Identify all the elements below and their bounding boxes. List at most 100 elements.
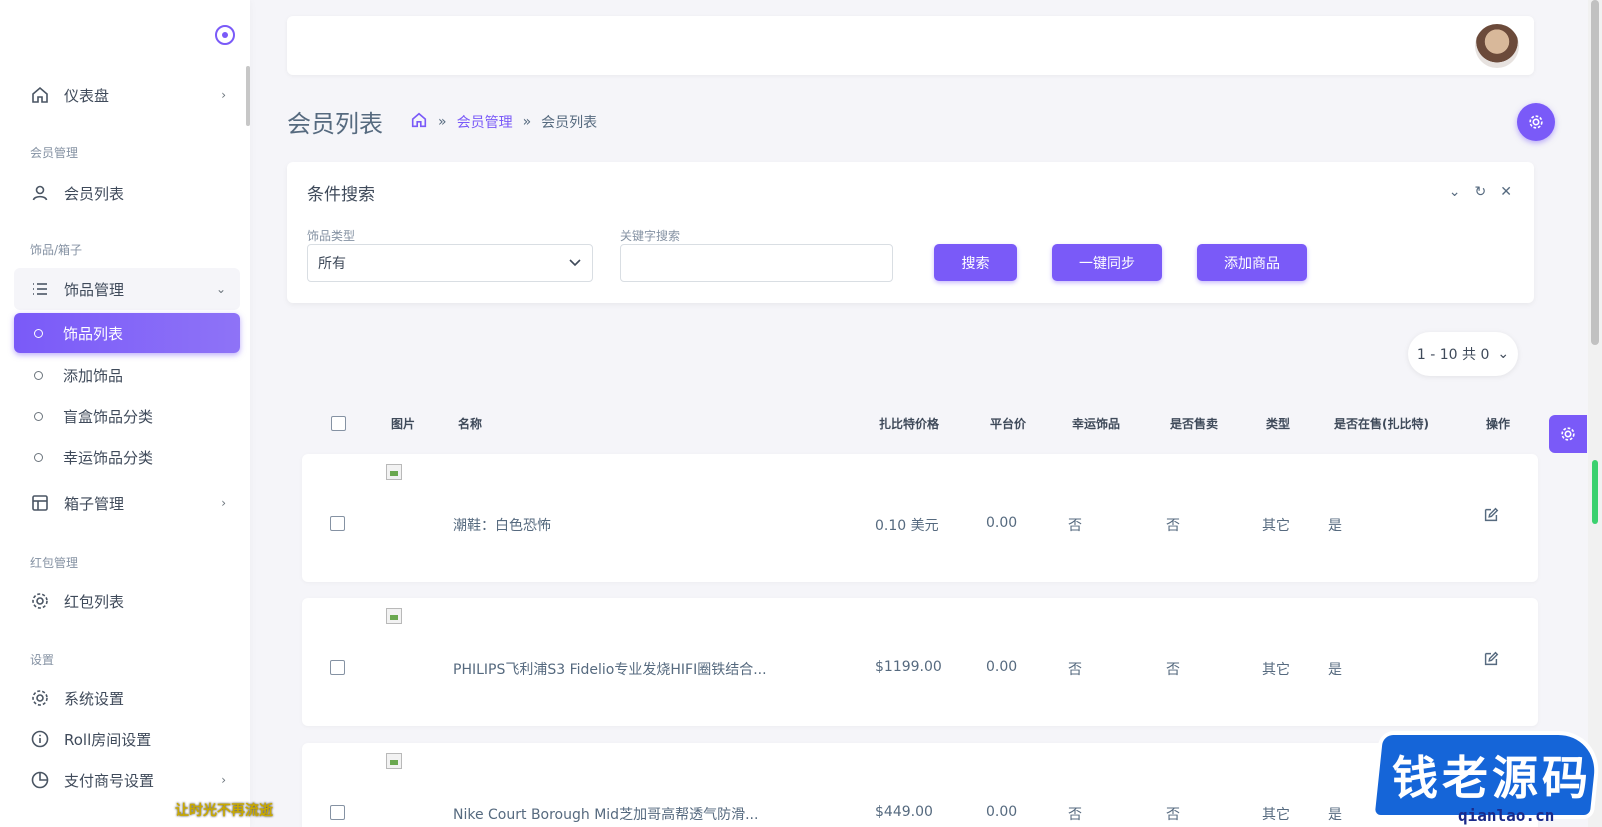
breadcrumb-separator: »	[522, 114, 532, 130]
menu-header-member: 会员管理	[30, 146, 79, 160]
cell-zbt-price: $1199.00	[875, 659, 942, 675]
cell-zbt-price: $449.00	[875, 804, 933, 820]
menu-header-settings: 设置	[30, 653, 55, 667]
settings-fab[interactable]	[1517, 103, 1555, 141]
cell-type: 其它	[1262, 662, 1290, 678]
keyword-label: 关键字搜索	[620, 229, 681, 243]
sidebar: 仪表盘 › 会员管理 会员列表 饰品/箱子 饰品管理 ⌄ 饰品列表 添加饰品 盲…	[0, 0, 250, 827]
page-scrollbar-thumb[interactable]	[1591, 0, 1599, 345]
floating-indicator	[1592, 460, 1598, 524]
info-icon	[30, 729, 50, 749]
cell-for-sale: 否	[1166, 518, 1180, 534]
sidebar-item-box-manage[interactable]: 箱子管理 ›	[14, 482, 240, 524]
collapse-icon[interactable]: ⌄	[1449, 184, 1461, 200]
chevron-down-icon: ⌄	[1497, 346, 1510, 362]
cell-lucky: 否	[1068, 807, 1082, 823]
sidebar-item-label: 饰品列表	[63, 324, 124, 343]
select-all-checkbox[interactable]	[331, 416, 346, 431]
sidebar-item-blindbox-category[interactable]: 盲盒饰品分类	[14, 396, 240, 436]
row-checkbox[interactable]	[330, 660, 345, 675]
sidebar-item-label: 添加饰品	[63, 366, 124, 385]
list-icon	[30, 279, 50, 299]
sidebar-item-label: Roll房间设置	[64, 730, 152, 749]
breadcrumb-parent[interactable]: 会员管理	[457, 112, 513, 132]
chevron-right-icon: ›	[221, 88, 226, 102]
th-image: 图片	[391, 417, 416, 431]
pagination-dropdown[interactable]: 1 - 10 共 0 ⌄	[1408, 332, 1518, 376]
sidebar-item-label: 饰品管理	[64, 280, 125, 299]
th-type: 类型	[1266, 417, 1291, 431]
circle-icon	[34, 328, 43, 338]
breadcrumb: » 会员管理 » 会员列表	[410, 111, 597, 133]
table-row[interactable]: Nike Court Borough Mid芝加哥高帮透气防滑... $449.…	[302, 743, 1538, 827]
sidebar-item-add-item[interactable]: 添加饰品	[14, 355, 240, 395]
customizer-toggle[interactable]	[1549, 415, 1587, 453]
table-row[interactable]: PHILIPS飞利浦S3 Fidelio专业发烧HIFI圈铁结合... $119…	[302, 598, 1538, 726]
home-icon[interactable]	[410, 111, 428, 133]
cell-on-sale-zbt: 是	[1328, 518, 1342, 534]
page-title: 会员列表	[287, 110, 383, 138]
sidebar-item-dashboard[interactable]: 仪表盘 ›	[14, 74, 240, 116]
menu-header-items: 饰品/箱子	[30, 243, 83, 257]
sidebar-item-label: 支付商号设置	[64, 771, 155, 790]
avatar[interactable]	[1475, 24, 1519, 68]
th-platform-price: 平台价	[990, 417, 1027, 431]
refresh-icon[interactable]: ↻	[1475, 184, 1487, 200]
sidebar-toggle-icon[interactable]	[215, 25, 235, 45]
chevron-right-icon: ›	[221, 496, 226, 510]
table-row[interactable]: 潮鞋：白色恐怖 0.10 美元 0.00 否 否 其它 是	[302, 454, 1538, 582]
cell-platform-price: 0.00	[986, 804, 1018, 820]
gear-icon	[1561, 427, 1575, 441]
edit-icon[interactable]	[1482, 506, 1500, 524]
page-scrollbar[interactable]	[1588, 0, 1602, 827]
row-checkbox[interactable]	[330, 516, 345, 531]
type-label: 饰品类型	[307, 229, 356, 243]
sidebar-item-label: 系统设置	[64, 689, 125, 708]
th-lucky: 幸运饰品	[1072, 417, 1121, 431]
chevron-down-icon: ⌄	[215, 282, 226, 296]
keyword-input[interactable]	[620, 244, 893, 282]
type-select-value: 所有	[318, 256, 346, 272]
user-icon	[30, 183, 50, 203]
cell-for-sale: 否	[1166, 807, 1180, 823]
sidebar-item-lucky-category[interactable]: 幸运饰品分类	[14, 437, 240, 477]
edit-icon[interactable]	[1482, 650, 1500, 668]
search-card-title: 条件搜索	[307, 185, 375, 205]
sidebar-scrollbar[interactable]	[246, 66, 250, 126]
chevron-down-icon	[568, 255, 582, 273]
row-checkbox[interactable]	[330, 805, 345, 820]
product-image	[386, 608, 402, 624]
cell-zbt-price: 0.10 美元	[875, 518, 939, 534]
product-image	[386, 753, 402, 769]
sidebar-item-label: 仪表盘	[64, 86, 110, 105]
sidebar-item-payment-settings[interactable]: 支付商号设置 ›	[14, 759, 240, 801]
sidebar-item-item-manage[interactable]: 饰品管理 ⌄	[14, 268, 240, 310]
sidebar-item-item-list[interactable]: 饰品列表	[14, 313, 240, 353]
cell-lucky: 否	[1068, 518, 1082, 534]
close-icon[interactable]: ✕	[1500, 184, 1512, 200]
sidebar-item-system-settings[interactable]: 系统设置	[14, 677, 240, 719]
th-name: 名称	[458, 417, 483, 431]
cell-name: PHILIPS飞利浦S3 Fidelio专业发烧HIFI圈铁结合...	[453, 662, 767, 678]
search-button[interactable]: 搜索	[934, 244, 1017, 281]
watermark-url: qianlao.cn	[1458, 806, 1555, 825]
sidebar-item-roll-settings[interactable]: Roll房间设置	[14, 718, 240, 760]
sidebar-item-label: 箱子管理	[64, 494, 125, 513]
type-select[interactable]: 所有	[307, 244, 593, 282]
sidebar-item-label: 盲盒饰品分类	[63, 407, 154, 426]
watermark-text: 钱老源码	[1392, 751, 1592, 805]
sidebar-item-label: 幸运饰品分类	[63, 448, 154, 467]
add-product-button[interactable]: 添加商品	[1197, 244, 1307, 281]
menu-header-redpack: 红包管理	[30, 556, 79, 570]
gear-icon	[30, 591, 50, 611]
cell-type: 其它	[1262, 807, 1290, 823]
sidebar-item-label: 会员列表	[64, 184, 125, 203]
sync-button[interactable]: 一键同步	[1052, 244, 1162, 281]
sidebar-item-member-list[interactable]: 会员列表	[14, 172, 240, 214]
sidebar-item-redpack-list[interactable]: 红包列表	[14, 580, 240, 622]
th-for-sale: 是否售卖	[1170, 417, 1219, 431]
cell-on-sale-zbt: 是	[1328, 807, 1342, 823]
home-icon	[30, 85, 50, 105]
cell-for-sale: 否	[1166, 662, 1180, 678]
cell-name: 潮鞋：白色恐怖	[453, 518, 551, 534]
